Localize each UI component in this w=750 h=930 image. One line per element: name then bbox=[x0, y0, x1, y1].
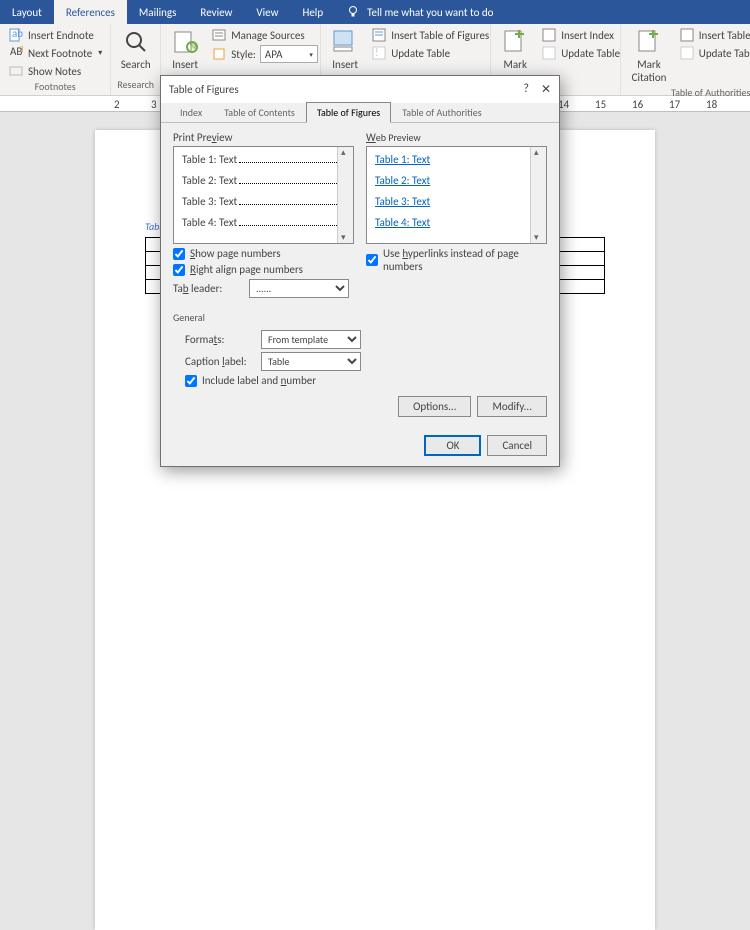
footnote-next-icon: AB1 bbox=[8, 45, 24, 61]
caption-label-select[interactable]: Table bbox=[261, 352, 361, 371]
svg-text:!: ! bbox=[375, 46, 379, 59]
print-preview-line: Table 4: Text7 bbox=[182, 216, 345, 229]
search-icon bbox=[122, 28, 150, 56]
update-tof-button: !Update Table bbox=[369, 44, 491, 62]
web-preview-line: Table 3: Text bbox=[375, 195, 538, 208]
print-preview-label: Print Preview bbox=[173, 131, 354, 144]
right-align-label: Right align page numbers bbox=[190, 263, 303, 276]
update-icon bbox=[679, 45, 695, 61]
ribbon-tabs: Layout References Mailings Review View H… bbox=[0, 0, 750, 24]
group-research-label: Research bbox=[117, 78, 154, 93]
tof-icon bbox=[371, 27, 387, 43]
caption-icon bbox=[331, 28, 359, 56]
tell-me-label: Tell me what you want to do bbox=[367, 6, 493, 19]
manage-icon bbox=[211, 27, 227, 43]
lightbulb-icon bbox=[345, 4, 361, 20]
dialog-tab-toa[interactable]: Table of Authorities bbox=[391, 102, 492, 122]
formats-label: Formats: bbox=[185, 333, 255, 346]
tab-layout[interactable]: Layout bbox=[0, 0, 54, 24]
tab-view[interactable]: View bbox=[244, 0, 290, 24]
tab-leader-label: Tab leader: bbox=[173, 282, 243, 295]
dialog-tab-tof[interactable]: Table of Figures bbox=[306, 102, 391, 123]
search-button[interactable]: Search bbox=[117, 26, 155, 73]
show-page-numbers-label: Show page numbers bbox=[190, 247, 281, 260]
tell-me-search[interactable]: Tell me what you want to do bbox=[335, 0, 503, 24]
tab-help[interactable]: Help bbox=[290, 0, 335, 24]
caption-label-label: Caption label: bbox=[185, 355, 255, 368]
insert-endnote-button[interactable]: abInsert Endnote bbox=[6, 26, 104, 44]
mark-citation-icon bbox=[635, 28, 663, 56]
web-preview-line: Table 2: Text bbox=[375, 174, 538, 187]
mark-citation-button[interactable]: Mark Citation bbox=[627, 26, 671, 86]
manage-sources-button[interactable]: Manage Sources bbox=[209, 26, 320, 44]
print-preview-box: Table 1: Text1 Table 2: Text3 Table 3: T… bbox=[173, 146, 354, 244]
tab-mailings[interactable]: Mailings bbox=[127, 0, 189, 24]
print-preview-line: Table 3: Text5 bbox=[182, 195, 345, 208]
dialog-titlebar[interactable]: Table of Figures ? ✕ bbox=[161, 76, 559, 103]
tab-leader-select[interactable]: ...... bbox=[249, 279, 349, 298]
next-footnote-button[interactable]: AB1Next Footnote▾ bbox=[6, 44, 104, 62]
update-icon bbox=[541, 45, 557, 61]
insert-index-button[interactable]: Insert Index bbox=[539, 26, 622, 44]
include-label-checkbox[interactable] bbox=[185, 375, 197, 387]
update-toa-button: Update Table bbox=[677, 44, 750, 62]
dialog-tab-index[interactable]: Index bbox=[169, 102, 213, 122]
tab-review[interactable]: Review bbox=[188, 0, 244, 24]
use-hyperlinks-checkbox[interactable] bbox=[366, 254, 378, 266]
scrollbar[interactable] bbox=[530, 147, 546, 243]
insert-caption-button[interactable]: Insert bbox=[327, 26, 363, 73]
modify-button[interactable]: Modify... bbox=[477, 396, 547, 417]
print-preview-line: Table 2: Text3 bbox=[182, 174, 345, 187]
insert-toa-button[interactable]: Insert Table of Autho bbox=[677, 26, 750, 44]
options-button[interactable]: Options... bbox=[398, 396, 471, 417]
print-preview-line: Table 1: Text1 bbox=[182, 153, 345, 166]
tab-references[interactable]: References bbox=[54, 0, 127, 24]
update-index-button: Update Table bbox=[539, 44, 622, 62]
web-preview-box: Table 1: Text Table 2: Text Table 3: Tex… bbox=[366, 146, 547, 244]
group-footnotes-label: Footnotes bbox=[6, 80, 104, 95]
notes-icon bbox=[8, 63, 24, 79]
cancel-button[interactable]: Cancel bbox=[487, 435, 547, 456]
dialog-tabs: Index Table of Contents Table of Figures… bbox=[161, 103, 559, 123]
right-align-checkbox[interactable] bbox=[173, 264, 185, 276]
svg-text:1: 1 bbox=[19, 46, 23, 55]
toa-icon bbox=[679, 27, 695, 43]
show-page-numbers-checkbox[interactable] bbox=[173, 248, 185, 260]
general-label: General bbox=[173, 311, 547, 326]
svg-text:ab: ab bbox=[12, 28, 23, 40]
web-preview-line: Table 4: Text bbox=[375, 216, 538, 229]
svg-text:✎: ✎ bbox=[189, 40, 198, 53]
table-of-figures-dialog: Table of Figures ? ✕ Index Table of Cont… bbox=[160, 75, 560, 467]
endnote-icon: ab bbox=[8, 27, 24, 43]
citation-icon: ✎ bbox=[171, 28, 199, 56]
web-preview-line: Table 1: Text bbox=[375, 153, 538, 166]
close-icon[interactable]: ✕ bbox=[541, 82, 551, 97]
mark-icon bbox=[501, 28, 529, 56]
update-icon: ! bbox=[371, 45, 387, 61]
ok-button[interactable]: OK bbox=[424, 435, 481, 456]
formats-select[interactable]: From template bbox=[261, 330, 361, 349]
citation-style-select[interactable]: Style: APA▾ bbox=[209, 44, 320, 64]
dialog-title: Table of Figures bbox=[169, 83, 239, 96]
use-hyperlinks-label: Use hyperlinks instead of page numbers bbox=[383, 247, 547, 273]
insert-table-figures-button[interactable]: Insert Table of Figures bbox=[369, 26, 491, 44]
scrollbar[interactable] bbox=[337, 147, 353, 243]
show-notes-button: Show Notes bbox=[6, 62, 104, 80]
dialog-tab-toc[interactable]: Table of Contents bbox=[213, 102, 306, 122]
web-preview-label: Web Preview bbox=[366, 131, 547, 144]
mark-entry-button[interactable]: Mark bbox=[497, 26, 533, 73]
index-icon bbox=[541, 27, 557, 43]
help-icon[interactable]: ? bbox=[523, 82, 529, 97]
style-icon bbox=[211, 46, 227, 62]
include-label-label: Include label and number bbox=[202, 374, 316, 387]
